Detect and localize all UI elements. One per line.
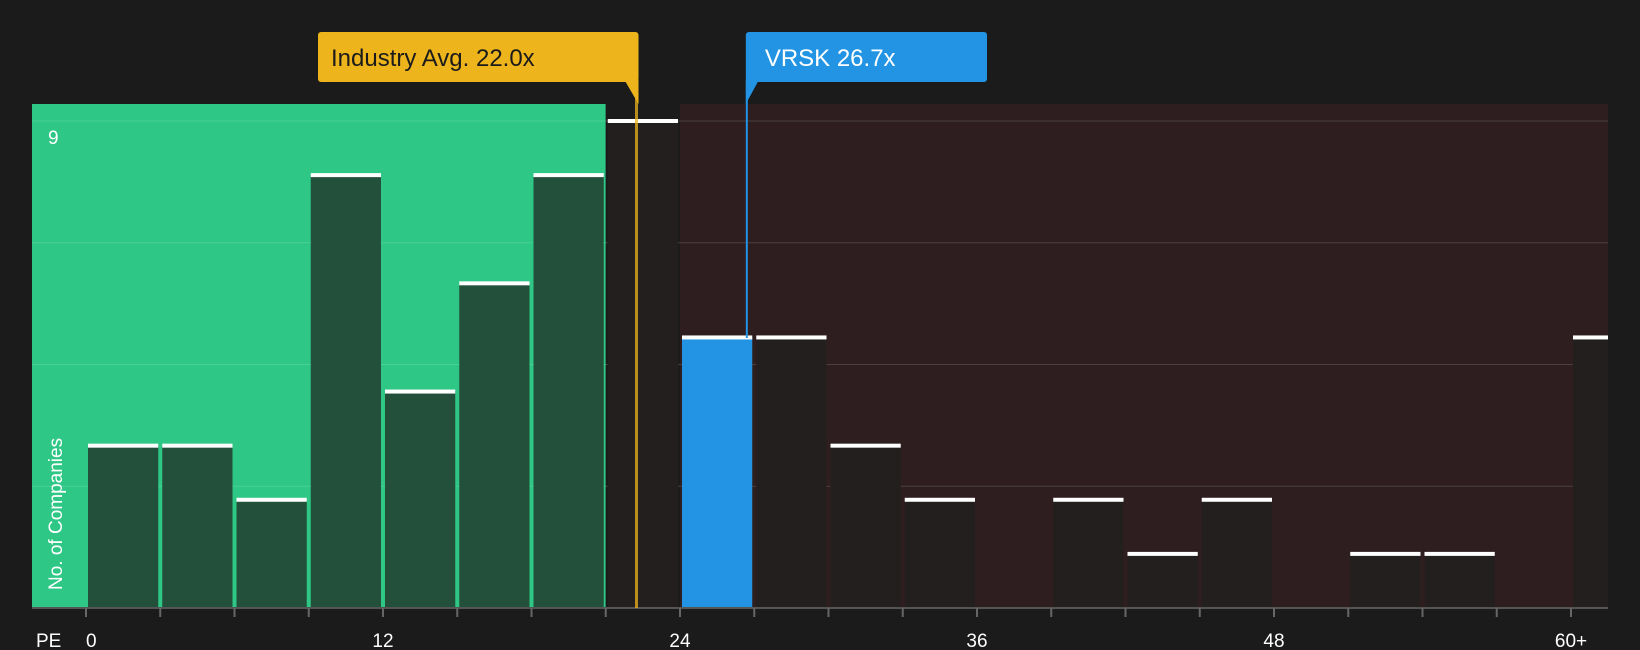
x-tick-label: 48 bbox=[1263, 631, 1284, 650]
bar-value-cap bbox=[830, 443, 901, 448]
bar-value-cap bbox=[1424, 551, 1495, 556]
x-tick-label: 60+ bbox=[1555, 631, 1587, 650]
bar-value-cap bbox=[533, 173, 604, 178]
histogram-bar bbox=[682, 337, 753, 608]
bar-value-cap bbox=[607, 119, 678, 123]
company-pe-label: VRSK 26.7x bbox=[765, 45, 896, 72]
histogram-bar bbox=[1127, 553, 1198, 608]
bar-value-cap bbox=[1573, 335, 1608, 340]
histogram-bar bbox=[904, 499, 975, 608]
histogram-bar bbox=[162, 445, 233, 608]
x-tick-label: 24 bbox=[669, 631, 691, 650]
bar-value-cap bbox=[1350, 551, 1421, 556]
histogram-bar bbox=[385, 391, 456, 608]
histogram-bar bbox=[756, 337, 827, 608]
histogram-bar bbox=[459, 283, 530, 608]
histogram-bar bbox=[1424, 553, 1495, 608]
histogram-bar bbox=[1201, 499, 1272, 608]
histogram-bar bbox=[236, 499, 307, 608]
x-tick-label: 12 bbox=[372, 631, 393, 650]
bar-value-cap bbox=[162, 443, 233, 448]
bar-value-cap bbox=[236, 497, 307, 502]
x-tick-label: 36 bbox=[966, 631, 987, 650]
y-tick-label: 9 bbox=[48, 128, 59, 149]
x-tick-label: 0 bbox=[86, 631, 97, 650]
bar-value-cap bbox=[459, 281, 530, 286]
histogram-bar bbox=[88, 445, 159, 608]
bar-value-cap bbox=[904, 497, 975, 502]
histogram-bar bbox=[1053, 499, 1124, 608]
histogram-bar bbox=[607, 121, 678, 608]
histogram-bar bbox=[1573, 337, 1608, 608]
bar-value-cap bbox=[310, 173, 381, 178]
histogram-bar bbox=[533, 175, 604, 608]
y-axis-label: No. of Companies bbox=[46, 438, 67, 590]
bar-value-cap bbox=[1127, 551, 1198, 556]
histogram-bar bbox=[830, 445, 901, 608]
pe-histogram-chart: 0 12 24 36 48 60+ Industry Avg. 22.0x VRSK 26.… bbox=[0, 0, 1640, 650]
bar-value-cap bbox=[88, 443, 159, 448]
histogram-bar bbox=[310, 175, 381, 608]
industry-average-label: Industry Avg. 22.0x bbox=[331, 45, 535, 72]
bar-value-cap bbox=[385, 389, 456, 394]
bar-value-cap bbox=[682, 335, 753, 340]
histogram-bar bbox=[1350, 553, 1421, 608]
bar-value-cap bbox=[1053, 497, 1124, 502]
bar-value-cap bbox=[1201, 497, 1272, 502]
x-axis-label: PE bbox=[36, 631, 61, 650]
bar-value-cap bbox=[756, 335, 827, 340]
